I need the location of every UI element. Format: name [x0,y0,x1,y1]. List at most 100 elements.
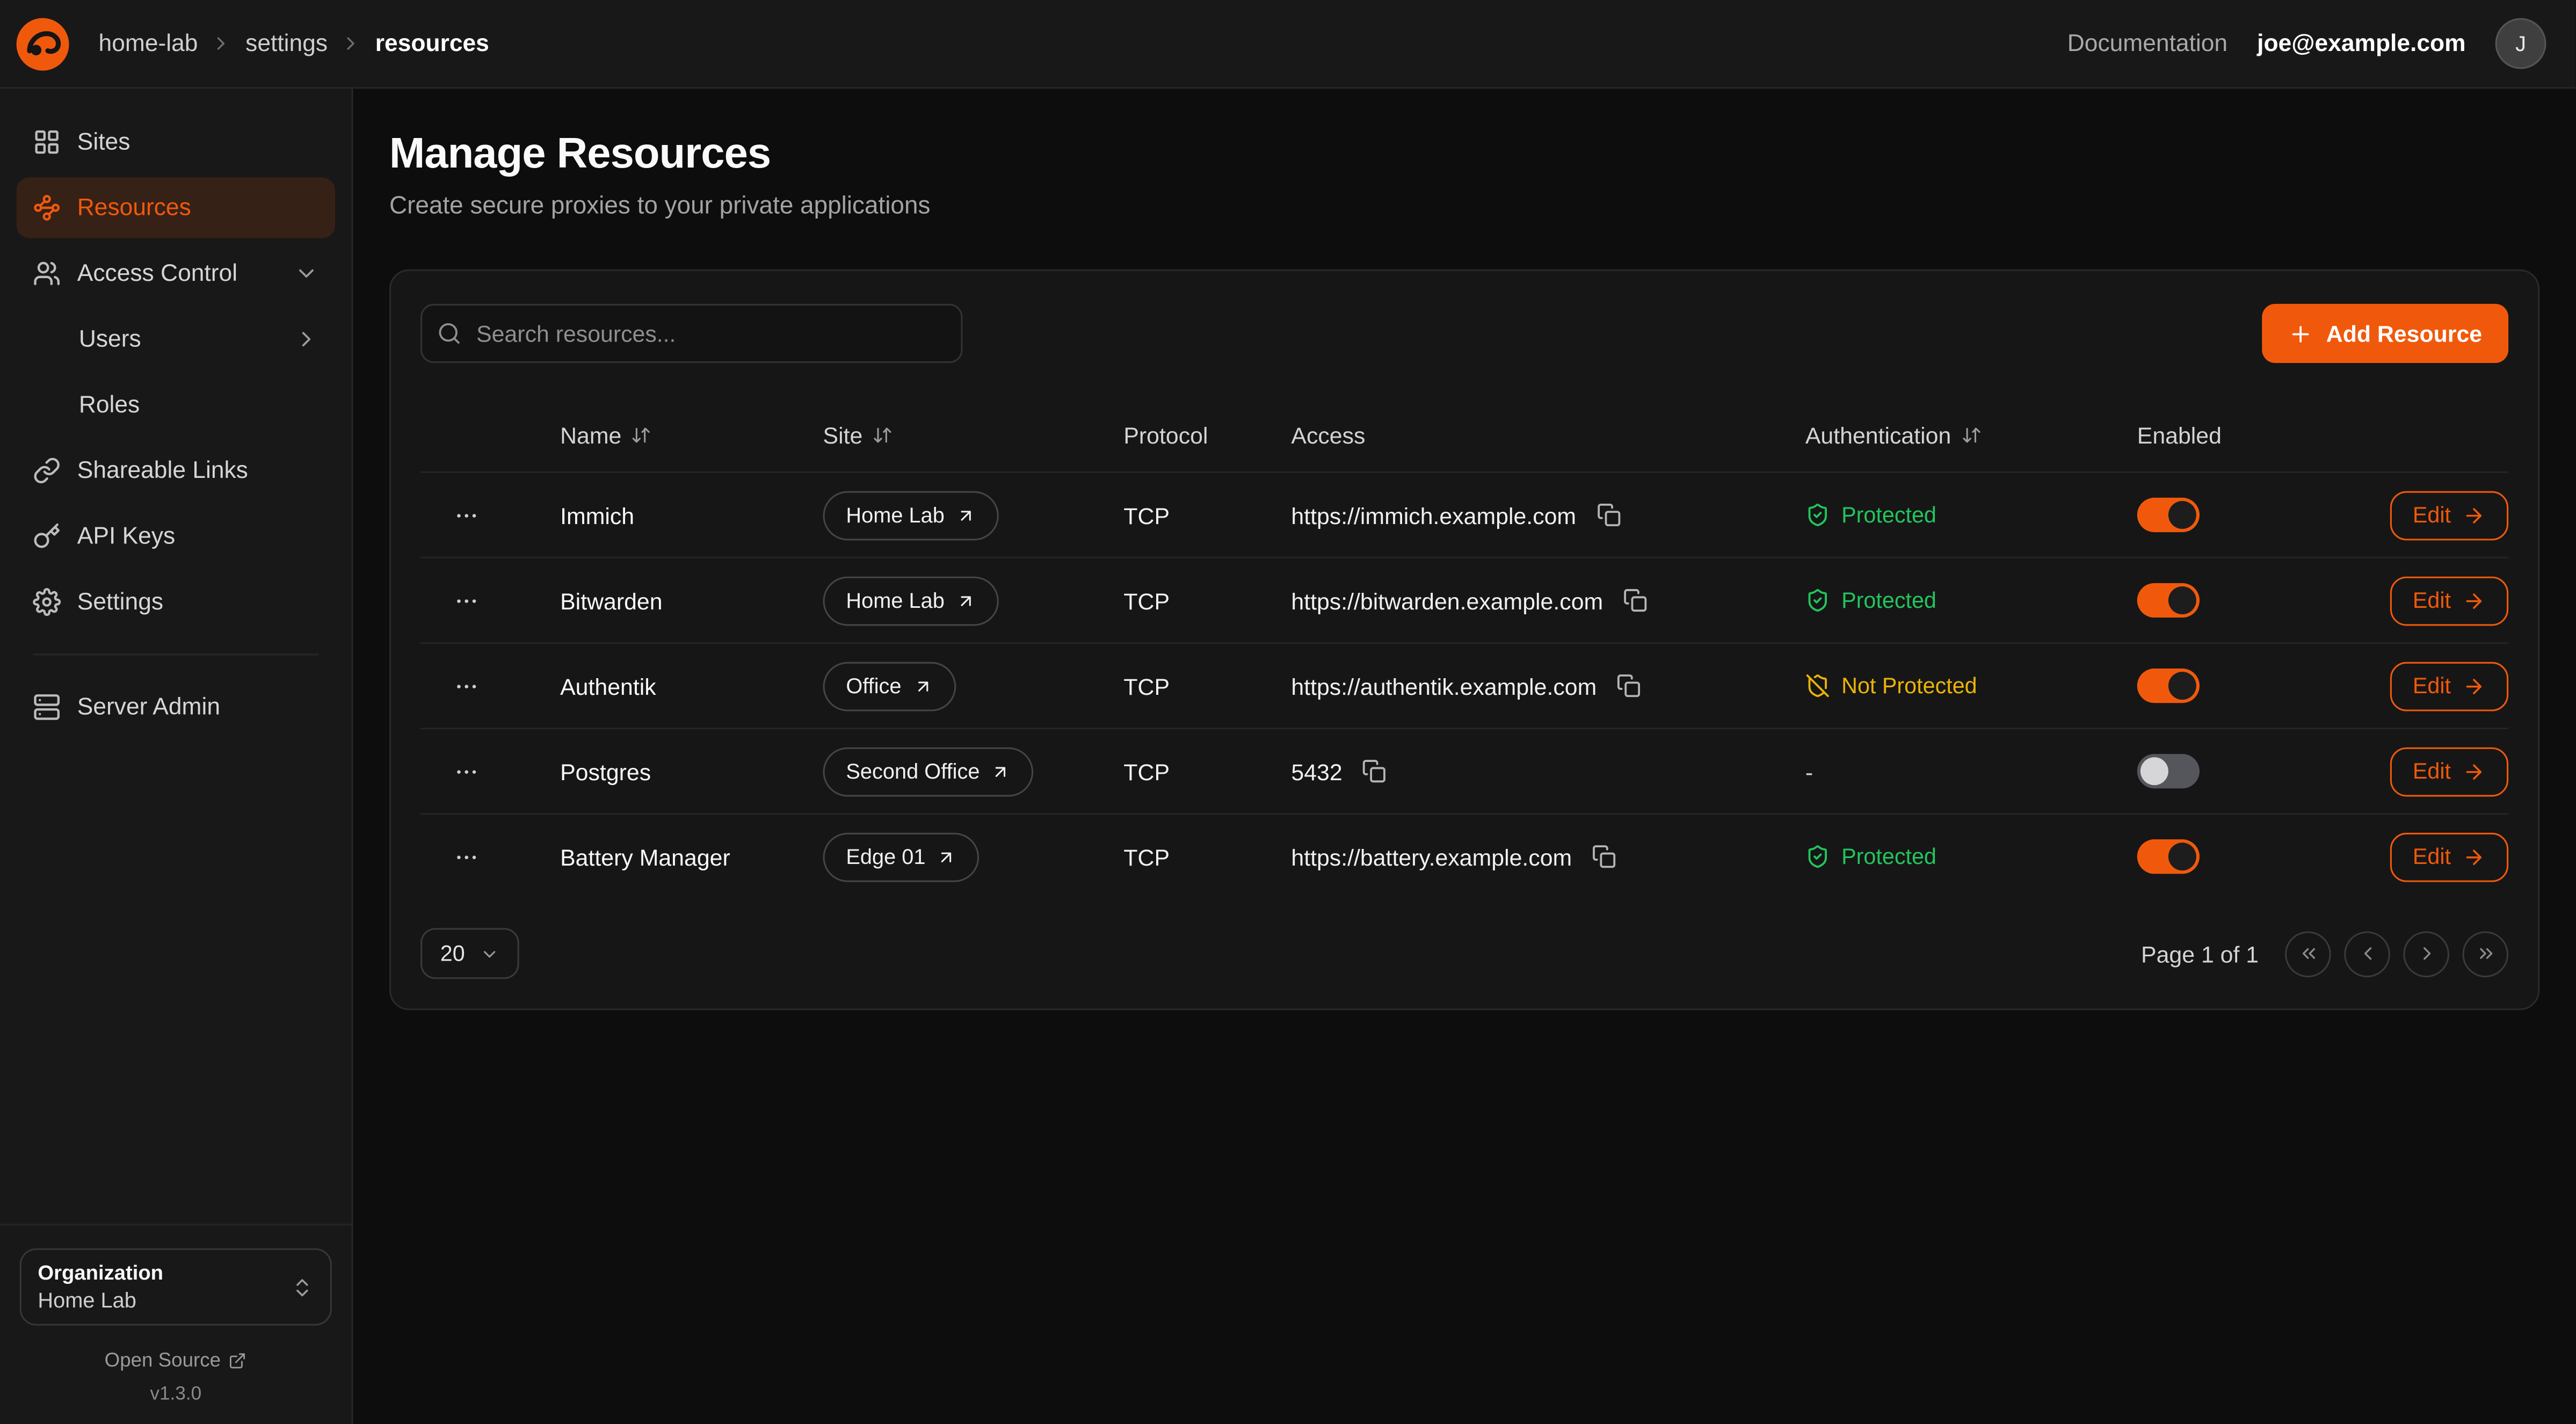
users-icon [33,259,61,287]
column-authentication-label: Authentication [1805,422,1951,448]
next-page-button[interactable] [2403,931,2449,977]
add-resource-button[interactable]: Add Resource [2262,304,2508,363]
enabled-toggle[interactable] [2137,669,2200,703]
access-url: https://bitwarden.example.com [1291,587,1603,614]
breadcrumb-settings[interactable]: settings [245,31,328,57]
edit-button[interactable]: Edit [2390,576,2508,625]
column-authentication: Authentication [1805,422,2137,448]
user-email[interactable]: joe@example.com [2257,31,2465,57]
row-menu-button[interactable] [447,751,486,790]
page-info: Page 1 of 1 [2141,940,2259,967]
edit-button[interactable]: Edit [2390,661,2508,710]
table-row: Immich Home Lab TCP https://immich.examp… [420,471,2508,557]
plus-icon [2288,321,2313,346]
row-menu-button[interactable] [447,837,486,876]
site-link[interactable]: Home Lab [823,576,999,625]
auth-status: Protected [1805,844,1936,869]
sidebar-item-users[interactable]: Users [17,309,335,369]
chevron-right-icon [2415,943,2437,964]
page-size-select[interactable]: 20 [420,928,519,979]
page-size-value: 20 [440,941,465,966]
external-link-icon [229,1351,247,1369]
last-page-button[interactable] [2462,931,2508,977]
site-link[interactable]: Home Lab [823,490,999,540]
sidebar-item-label: Sites [77,129,130,155]
resource-name: Authentik [560,673,823,699]
sort-icon[interactable] [873,425,892,445]
shield-check-icon [1805,588,1830,613]
topbar: home-lab settings resources Documentatio… [0,0,2576,89]
copy-button[interactable] [1620,585,1651,616]
sidebar-item-sites[interactable]: Sites [17,112,335,172]
page-title: Manage Resources [389,128,2539,179]
breadcrumb-home-lab[interactable]: home-lab [99,31,198,57]
sidebar-item-roles[interactable]: Roles [17,374,335,435]
chevron-right-icon [294,327,319,352]
row-menu-button[interactable] [447,666,486,705]
sidebar-divider [33,653,318,655]
avatar[interactable]: J [2495,18,2546,69]
arrow-right-icon [2462,674,2485,698]
shield-check-icon [1805,844,1830,869]
arrow-up-right-icon [937,847,957,867]
chevrons-right-icon [2475,943,2496,964]
copy-button[interactable] [1593,499,1624,531]
ellipsis-icon [453,758,480,784]
sidebar-item-access-control[interactable]: Access Control [17,243,335,304]
copy-button[interactable] [1359,755,1390,787]
row-menu-button[interactable] [447,495,486,534]
column-enabled: Enabled [2137,422,2359,448]
table-header: Name Site Protocol Access Authenticati [420,399,2508,471]
arrow-right-icon [2462,504,2485,527]
resources-toolbar: Add Resource [420,304,2508,363]
server-icon [33,693,61,721]
documentation-link[interactable]: Documentation [2067,31,2227,57]
copy-button[interactable] [1588,841,1620,872]
chevron-left-icon [2356,943,2378,964]
protocol: TCP [1123,673,1291,699]
sort-icon[interactable] [1961,425,1981,445]
table-footer: 20 Page 1 of 1 [420,928,2508,979]
sidebar-item-settings[interactable]: Settings [17,572,335,633]
auth-status: Protected [1805,503,1936,527]
topbar-left: home-lab settings resources [13,14,489,73]
sidebar-item-label: Settings [77,589,163,615]
edit-button[interactable]: Edit [2390,490,2508,540]
sidebar-item-api-keys[interactable]: API Keys [17,506,335,566]
open-source-link[interactable]: Open Source [20,1348,332,1371]
row-menu-button[interactable] [447,580,486,620]
edit-button[interactable]: Edit [2390,832,2508,881]
breadcrumb: home-lab settings resources [99,31,489,57]
previous-page-button[interactable] [2344,931,2390,977]
pangolin-logo[interactable] [13,14,72,73]
first-page-button[interactable] [2285,931,2331,977]
arrow-up-right-icon [991,761,1011,781]
column-site-label: Site [823,422,863,448]
column-access: Access [1291,422,1805,448]
copy-icon [1362,759,1387,783]
arrow-right-icon [2462,589,2485,612]
organization-picker-value: Home Lab [38,1288,278,1312]
sidebar-item-resources[interactable]: Resources [17,177,335,238]
site-link[interactable]: Second Office [823,746,1034,796]
auth-status: Protected [1805,588,1936,613]
enabled-toggle[interactable] [2137,754,2200,788]
gear-icon [33,588,61,616]
copy-button[interactable] [1613,670,1644,701]
enabled-toggle[interactable] [2137,839,2200,874]
organization-picker[interactable]: Organization Home Lab [20,1248,332,1326]
search-input[interactable] [420,304,962,363]
sidebar-item-shareable-links[interactable]: Shareable Links [17,440,335,501]
access-url: 5432 [1291,758,1342,784]
chevron-down-icon [480,943,499,963]
enabled-toggle[interactable] [2137,583,2200,617]
sites-grid-icon [33,128,61,156]
sort-icon[interactable] [632,425,651,445]
resources-panel: Add Resource Name Site Protocol [389,270,2539,1011]
sidebar-item-server-admin[interactable]: Server Admin [17,677,335,737]
protocol: TCP [1123,844,1291,870]
enabled-toggle[interactable] [2137,498,2200,532]
site-link[interactable]: Edge 01 [823,832,980,881]
edit-button[interactable]: Edit [2390,746,2508,796]
site-link[interactable]: Office [823,661,956,710]
